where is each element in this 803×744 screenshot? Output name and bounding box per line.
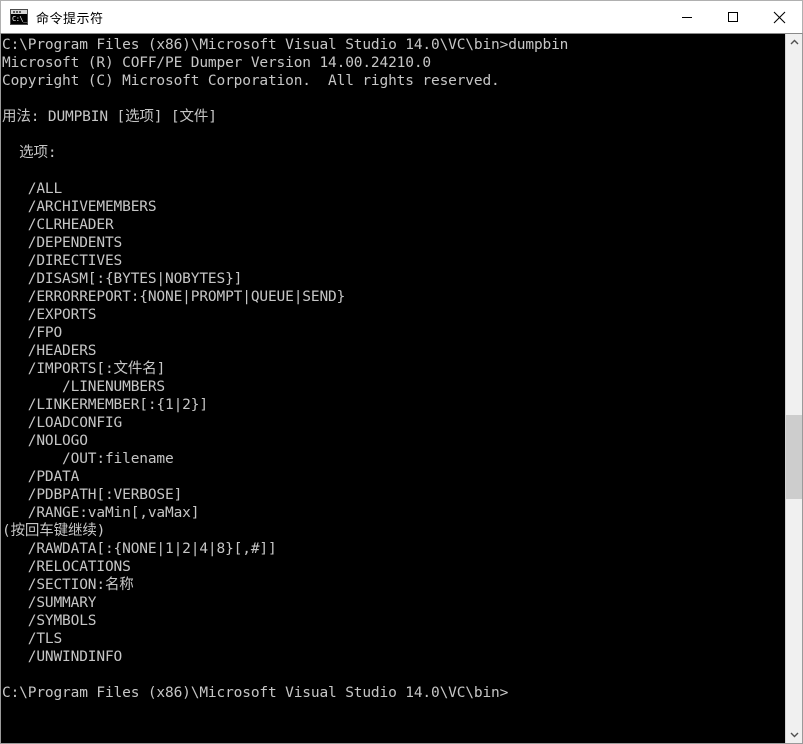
terminal-line: 选项: (2, 145, 57, 161)
terminal-line: /RAWDATA[:{NONE|1|2|4|8}[,#]] (2, 541, 277, 557)
terminal-output[interactable]: C:\Program Files (x86)\Microsoft Visual … (1, 34, 785, 743)
terminal-line: /DISASM[:{BYTES|NOBYTES}] (2, 271, 243, 287)
terminal-line: /SECTION:名称 (2, 577, 134, 593)
terminal-line: /DIRECTIVES (2, 253, 123, 269)
terminal-line: /ALL (2, 181, 63, 197)
terminal-line: /RANGE:vaMin[,vaMax] (2, 505, 200, 521)
maximize-button[interactable] (710, 1, 756, 33)
titlebar[interactable]: C:\_ 命令提示符 (0, 0, 803, 33)
command-prompt-window: C:\_ 命令提示符 C:\Program Files (x86)\Micros… (0, 0, 803, 744)
terminal-line: /DEPENDENTS (2, 235, 123, 251)
window-title: 命令提示符 (36, 11, 104, 27)
terminal-line: /NOLOGO (2, 433, 88, 449)
terminal-line: /HEADERS (2, 343, 97, 359)
terminal-line: /IMPORTS[:文件名] (2, 361, 166, 377)
terminal-line: Copyright (C) Microsoft Corporation. All… (2, 73, 500, 89)
terminal-line: Microsoft (R) COFF/PE Dumper Version 14.… (2, 55, 431, 71)
close-button[interactable] (756, 1, 802, 33)
terminal-line: /ERRORREPORT:{NONE|PROMPT|QUEUE|SEND} (2, 289, 346, 305)
vertical-scrollbar[interactable] (785, 34, 802, 743)
terminal-line: /UNWINDINFO (2, 649, 123, 665)
terminal-line: /LINENUMBERS (2, 379, 166, 395)
terminal-line: /PDBPATH[:VERBOSE] (2, 487, 183, 503)
terminal-line: /FPO (2, 325, 63, 341)
window-controls (664, 1, 802, 33)
terminal-line: C:\Program Files (x86)\Microsoft Visual … (2, 37, 569, 53)
terminal-line: /LOADCONFIG (2, 415, 123, 431)
terminal-line: /OUT:filename (2, 451, 174, 467)
scroll-down-arrow[interactable] (786, 726, 802, 743)
terminal-line: C:\Program Files (x86)\Microsoft Visual … (2, 685, 509, 701)
cmd-icon: C:\_ (10, 9, 28, 25)
terminal-line: /RELOCATIONS (2, 559, 131, 575)
terminal-line: /LINKERMEMBER[:{1|2}] (2, 397, 208, 413)
cmd-icon-prompt-text: C:\_ (12, 15, 27, 23)
terminal-area: C:\Program Files (x86)\Microsoft Visual … (0, 33, 803, 744)
scrollbar-thumb[interactable] (786, 415, 802, 499)
minimize-button[interactable] (664, 1, 710, 33)
terminal-line: /SYMBOLS (2, 613, 97, 629)
terminal-line: /TLS (2, 631, 63, 647)
terminal-line: /PDATA (2, 469, 80, 485)
terminal-line: 用法: DUMPBIN [选项] [文件] (2, 109, 217, 125)
terminal-line: /SUMMARY (2, 595, 97, 611)
scrollbar-track[interactable] (786, 51, 802, 726)
terminal-line: /CLRHEADER (2, 217, 114, 233)
terminal-line: (按回车键继续) (2, 523, 106, 539)
terminal-line: /ARCHIVEMEMBERS (2, 199, 157, 215)
scroll-up-arrow[interactable] (786, 34, 802, 51)
terminal-line: /EXPORTS (2, 307, 97, 323)
